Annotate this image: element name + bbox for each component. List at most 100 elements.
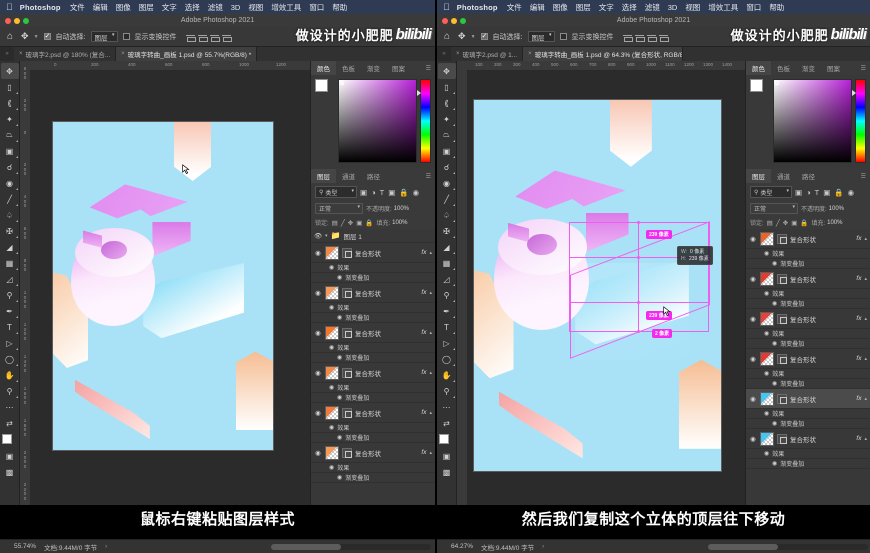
menu-item-window[interactable]: 窗口 <box>746 2 761 13</box>
filter-smart-icon[interactable]: 🔒 <box>399 188 408 197</box>
frame-tool-icon[interactable]: ▣ <box>438 143 456 159</box>
history-brush-tool-icon[interactable]: ✠ <box>1 223 19 239</box>
left-canvas-area[interactable]: 0200400600800100012001400 <box>30 61 310 522</box>
visibility-eye-icon[interactable]: ◉ <box>329 344 334 351</box>
foreground-background-color-swatch[interactable] <box>1 434 18 448</box>
layer-filter-dropdown[interactable]: ⚲ 类型 <box>315 186 357 198</box>
visibility-eye-icon[interactable]: ◉ <box>764 250 769 257</box>
layer-effect-item-row[interactable]: ◉ 渐变叠加 <box>746 259 870 269</box>
left-document-tabs[interactable]: » × 玻璃字2.psd @ 180% (复合... × 玻璃字转曲_画板 1.… <box>0 47 435 61</box>
frame-tool-icon[interactable]: ▣ <box>1 143 19 159</box>
left-status-bar[interactable]: 55.74% 文档:9.44M/0 字节 › <box>0 539 435 553</box>
layer-effect-item-row[interactable]: ◉ 渐变叠加 <box>311 433 435 443</box>
zoom-level[interactable]: 55.74% <box>14 543 36 550</box>
crop-tool-icon[interactable]: ⏢ <box>438 127 456 143</box>
right-artboard[interactable]: 239 像素 239 像素 2 像素 W: 0 像素 H: 239 像素 <box>473 99 722 472</box>
chevron-up-icon[interactable]: ▴ <box>429 250 432 256</box>
document-tab-2[interactable]: × 玻璃字转曲_画板 1.psd @ 64.3% (复合形状, RGB/8) * <box>523 47 684 61</box>
layer-filter-row[interactable]: ⚲ 类型 ▣ ◑ T ▣ 🔒 ◉ <box>746 183 870 201</box>
left-toolbar[interactable]: ✥ ▯ ⟪ ✦ ⏢ ▣ ☌ ◉ ╱ ♤ ✠ ◢ ▦ ◿ ⚲ ✒ T ▷ ◯ ✋ <box>0 61 20 522</box>
blur-tool-icon[interactable]: ◿ <box>438 271 456 287</box>
filter-shape-icon[interactable]: ▣ <box>388 188 395 197</box>
opacity-value[interactable]: 100% <box>394 206 409 212</box>
status-menu-arrow-icon[interactable]: › <box>105 544 107 550</box>
visibility-eye-icon[interactable]: ◉ <box>772 460 777 467</box>
menu-item-type[interactable]: 文字 <box>162 2 177 13</box>
menu-item-file[interactable]: 文件 <box>70 2 85 13</box>
visibility-eye-icon[interactable]: ◉ <box>764 330 769 337</box>
dodge-tool-icon[interactable]: ⚲ <box>438 287 456 303</box>
layer-thumbnail[interactable] <box>325 325 339 340</box>
align-left-icon[interactable] <box>622 32 633 42</box>
visibility-eye-icon[interactable]: ◉ <box>749 315 757 323</box>
align-center-icon[interactable] <box>197 32 208 42</box>
blend-opacity-row[interactable]: 正常 不透明度: 100% <box>746 201 870 216</box>
lock-fill-row[interactable]: 锁定: ▤ ╱ ✥ ▣ 🔒 填充: 100% <box>311 216 435 229</box>
tab-channels[interactable]: 通道 <box>771 169 796 183</box>
zoom-level[interactable]: 64.27% <box>451 543 473 550</box>
vector-mask-thumbnail[interactable] <box>342 367 352 378</box>
blend-opacity-row[interactable]: 正常 不透明度: 100% <box>311 201 435 216</box>
show-transform-checkbox[interactable] <box>559 33 567 40</box>
left-artboard[interactable] <box>52 121 274 451</box>
close-icon[interactable]: × <box>121 51 125 57</box>
vector-mask-thumbnail[interactable] <box>777 353 787 364</box>
chevron-up-icon[interactable]: ▴ <box>864 316 867 322</box>
more-tools-icon[interactable]: ⋯ <box>1 399 19 415</box>
vector-mask-thumbnail[interactable] <box>777 393 787 404</box>
layer-row[interactable]: ◉ 复合形状 fx ▴ <box>746 229 870 249</box>
layer-thumbnail[interactable] <box>760 431 774 446</box>
history-brush-tool-icon[interactable]: ✠ <box>438 223 456 239</box>
vector-mask-thumbnail[interactable] <box>342 247 352 258</box>
auto-select-checkbox[interactable] <box>43 32 51 40</box>
foreground-color[interactable] <box>750 79 763 92</box>
visibility-eye-icon[interactable]: ◉ <box>764 370 769 377</box>
foreground-color[interactable] <box>1 434 12 444</box>
home-icon[interactable]: ⌂ <box>441 31 453 42</box>
document-tab-1[interactable]: × 玻璃字2.psd @ 180% (复合... <box>14 47 117 61</box>
layer-effects-row[interactable]: ◉ 效果 <box>746 409 870 419</box>
tab-patterns[interactable]: 图案 <box>386 61 411 75</box>
layer-effects-row[interactable]: ◉ 效果 <box>311 303 435 313</box>
chevron-down-icon[interactable]: ▼ <box>34 34 39 40</box>
clone-stamp-tool-icon[interactable]: ♤ <box>1 207 19 223</box>
menu-item-3d[interactable]: 3D <box>231 3 241 12</box>
lock-image-icon[interactable]: ╱ <box>776 219 780 227</box>
left-panels[interactable]: 颜色 色板 渐变 图案 ☰ 图层 通道 路径 ☰ ⚲ 类型 ▾ ▣ ◑ T ▣ … <box>310 61 435 522</box>
layer-filter-icons[interactable]: ▣ ◑ T ▣ 🔒 ◉ <box>795 188 854 197</box>
layer-effects-badge[interactable]: fx <box>856 275 861 282</box>
vector-mask-thumbnail[interactable] <box>777 433 787 444</box>
visibility-eye-icon[interactable]: ◉ <box>772 380 777 387</box>
visibility-eye-icon[interactable]: ◉ <box>749 235 757 243</box>
chevron-up-icon[interactable]: ▴ <box>429 410 432 416</box>
gradient-tool-icon[interactable]: ▦ <box>1 255 19 271</box>
layer-filter-row[interactable]: ⚲ 类型 ▣ ◑ T ▣ 🔒 ◉ <box>311 183 435 201</box>
menu-item-plugins[interactable]: 增效工具 <box>271 2 301 13</box>
blur-tool-icon[interactable]: ◿ <box>1 271 19 287</box>
lock-position-icon[interactable]: ✥ <box>783 219 788 227</box>
lock-position-icon[interactable]: ✥ <box>348 219 353 227</box>
layer-effects-row[interactable]: ◉ 效果 <box>311 343 435 353</box>
visibility-eye-icon[interactable]: ◉ <box>314 289 322 297</box>
filter-type-icon[interactable]: T <box>815 188 820 197</box>
left-layers-header[interactable]: ⚲ 类型 ▣ ◑ T ▣ 🔒 ◉ 正常 <box>311 183 435 229</box>
right-document-tabs[interactable]: » × 玻璃字2.psd @ 1... × 玻璃字转曲_画板 1.psd @ 6… <box>437 47 870 61</box>
filter-type-icon[interactable]: T <box>380 188 385 197</box>
visibility-eye-icon[interactable]: ◉ <box>337 274 342 281</box>
layer-row[interactable]: ◉ 复合形状 fx ▴ <box>746 269 870 289</box>
marquee-tool-icon[interactable]: ▯ <box>1 79 19 95</box>
pen-tool-icon[interactable]: ✒ <box>1 303 19 319</box>
visibility-eye-icon[interactable]: ◉ <box>329 464 334 471</box>
visibility-eye-icon[interactable]: ◉ <box>772 260 777 267</box>
align-right-icon[interactable] <box>209 32 220 42</box>
menu-item-view[interactable]: 视图 <box>248 2 263 13</box>
right-color-panel[interactable] <box>746 75 870 169</box>
document-tab-2[interactable]: × 玻璃字转曲_画板 1.psd @ 55.7%(RGB/8) * <box>116 47 258 61</box>
move-tool-icon[interactable]: ✥ <box>458 31 466 42</box>
visibility-eye-icon[interactable]: ◉ <box>314 369 322 377</box>
crop-tool-icon[interactable]: ⏢ <box>1 127 19 143</box>
right-canvas-area[interactable]: 100 200 300 400 500 600 700 800 900 1000 1100 1200 1… <box>467 61 745 522</box>
layer-thumbnail[interactable] <box>325 405 339 420</box>
menu-item-layer[interactable]: 图层 <box>139 2 154 13</box>
tab-channels[interactable]: 通道 <box>336 169 361 183</box>
